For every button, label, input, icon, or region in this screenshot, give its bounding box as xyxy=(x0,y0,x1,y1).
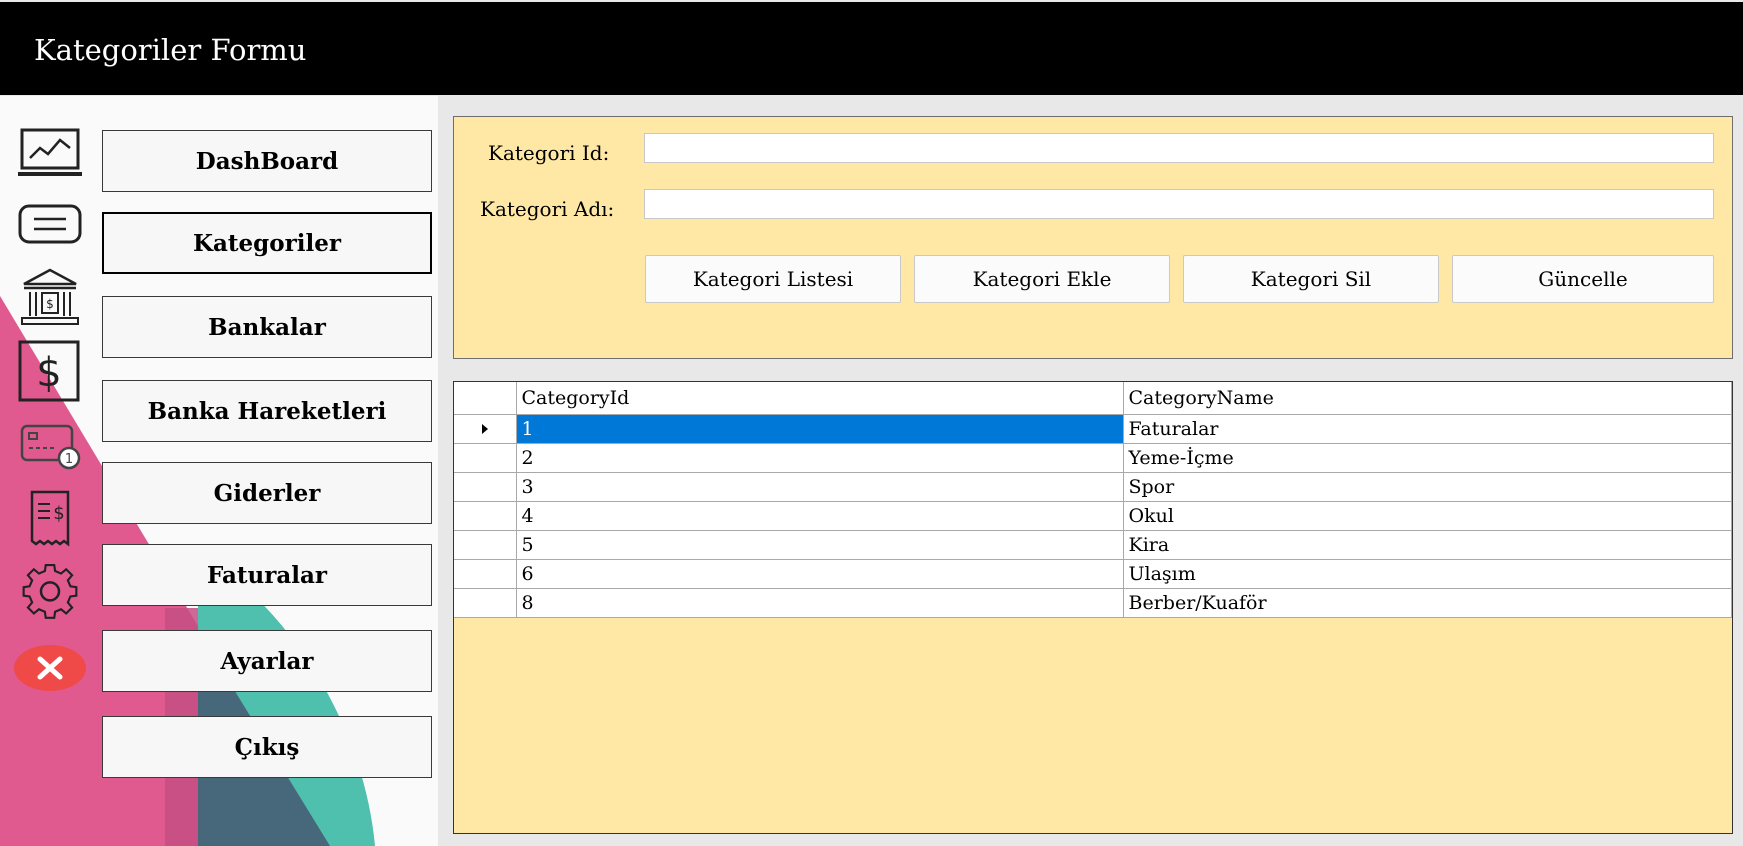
cell-categoryid[interactable]: 6 xyxy=(515,558,1124,589)
category-id-input[interactable] xyxy=(644,133,1714,163)
svg-text:$: $ xyxy=(46,297,54,311)
category-add-button[interactable]: Kategori Ekle xyxy=(914,255,1170,303)
column-header-categoryname[interactable]: CategoryName xyxy=(1122,382,1732,415)
row-header[interactable] xyxy=(454,529,517,560)
bank-icon: $ xyxy=(14,266,86,330)
nav-ayarlar-button[interactable]: Ayarlar xyxy=(102,630,432,692)
category-list-button[interactable]: Kategori Listesi xyxy=(645,255,901,303)
nav-faturalar-button[interactable]: Faturalar xyxy=(102,544,432,606)
row-header[interactable] xyxy=(454,500,517,531)
close-icon[interactable] xyxy=(14,636,86,700)
credit-card-icon: 1 xyxy=(14,414,86,478)
cell-categoryname[interactable]: Kira xyxy=(1122,529,1732,560)
chart-monitor-icon xyxy=(14,120,86,184)
row-header[interactable] xyxy=(454,587,517,618)
table-row[interactable]: 3 Spor xyxy=(454,471,1732,502)
title-bar: Kategoriler Formu xyxy=(0,2,1743,95)
cell-categoryid[interactable]: 5 xyxy=(515,529,1124,560)
category-update-button[interactable]: Güncelle xyxy=(1452,255,1714,303)
category-grid[interactable]: CategoryId CategoryName 1 Faturalar 2 Yeme-… xyxy=(454,382,1732,618)
sidebar: $ $ 1 $ DashBoard Kategoriler Bankalar B… xyxy=(0,96,438,846)
svg-text:$: $ xyxy=(36,350,61,396)
nav-banka-hareketleri-button[interactable]: Banka Hareketleri xyxy=(102,380,432,442)
svg-text:1: 1 xyxy=(65,452,73,467)
cell-categoryid[interactable]: 8 xyxy=(515,587,1124,618)
table-row[interactable]: 6 Ulaşım xyxy=(454,558,1732,589)
cell-categoryname[interactable]: Ulaşım xyxy=(1122,558,1732,589)
cell-categoryid[interactable]: 4 xyxy=(515,500,1124,531)
table-row[interactable]: 5 Kira xyxy=(454,529,1732,560)
cell-categoryid[interactable]: 2 xyxy=(515,442,1124,473)
cell-categoryname[interactable]: Yeme-İçme xyxy=(1122,442,1732,473)
table-row[interactable]: 8 Berber/Kuaför xyxy=(454,587,1732,618)
grid-corner-header[interactable] xyxy=(454,382,517,415)
receipt-icon: $ xyxy=(14,486,86,550)
cell-categoryname[interactable]: Spor xyxy=(1122,471,1732,502)
nav-bankalar-button[interactable]: Bankalar xyxy=(102,296,432,358)
column-header-categoryid[interactable]: CategoryId xyxy=(515,382,1124,415)
category-delete-button[interactable]: Kategori Sil xyxy=(1183,255,1439,303)
nav-cikis-button[interactable]: Çıkış xyxy=(102,716,432,778)
category-name-input[interactable] xyxy=(644,189,1714,219)
table-row[interactable]: 4 Okul xyxy=(454,500,1732,531)
svg-text:$: $ xyxy=(53,503,64,524)
table-row[interactable]: 2 Yeme-İçme xyxy=(454,442,1732,473)
cell-categoryid[interactable]: 1 xyxy=(515,413,1124,444)
cell-categoryname[interactable]: Okul xyxy=(1122,500,1732,531)
gear-icon xyxy=(14,560,86,624)
row-header[interactable] xyxy=(454,558,517,589)
row-header[interactable] xyxy=(454,442,517,473)
category-grid-panel: CategoryId CategoryName 1 Faturalar 2 Yeme-… xyxy=(453,381,1733,834)
current-row-arrow-icon xyxy=(481,423,488,434)
nav-dashboard-button[interactable]: DashBoard xyxy=(102,130,432,192)
list-card-icon xyxy=(14,192,86,256)
row-header[interactable] xyxy=(454,413,517,444)
nav-giderler-button[interactable]: Giderler xyxy=(102,462,432,524)
table-row[interactable]: 1 Faturalar xyxy=(454,413,1732,444)
category-id-label: Kategori Id: xyxy=(488,141,610,165)
category-form-panel: Kategori Id: Kategori Adı: Kategori List… xyxy=(453,116,1733,359)
row-header[interactable] xyxy=(454,471,517,502)
cell-categoryname[interactable]: Berber/Kuaför xyxy=(1122,587,1732,618)
nav-kategoriler-button[interactable]: Kategoriler xyxy=(102,212,432,274)
window-title: Kategoriler Formu xyxy=(34,33,307,67)
cell-categoryid[interactable]: 3 xyxy=(515,471,1124,502)
category-name-label: Kategori Adı: xyxy=(480,197,615,221)
dollar-icon: $ xyxy=(14,340,86,404)
cell-categoryname[interactable]: Faturalar xyxy=(1122,413,1732,444)
